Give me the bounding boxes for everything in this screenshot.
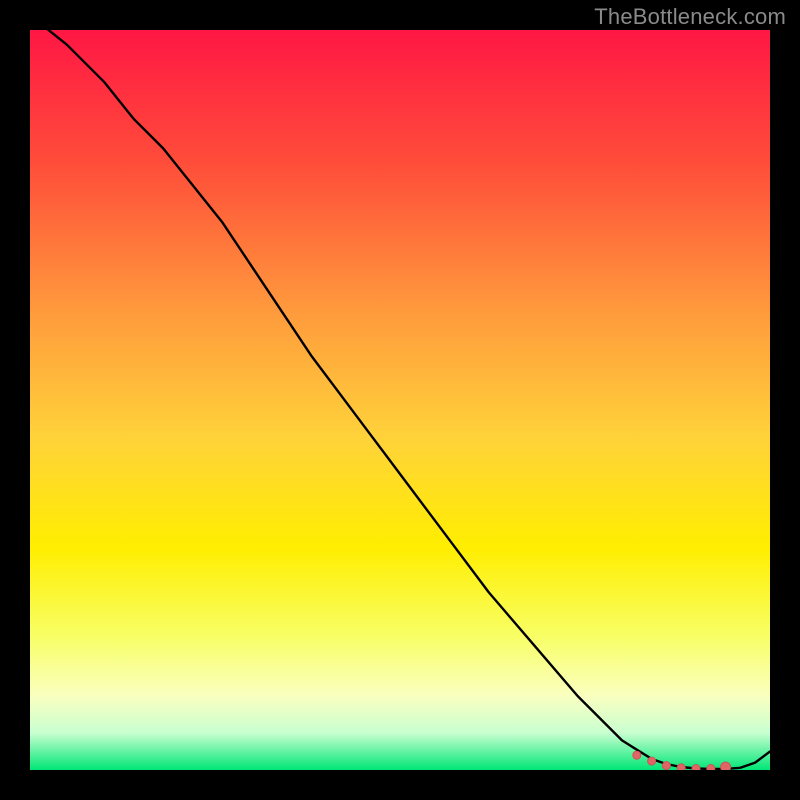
chart-svg [0,0,800,800]
marker-dot [662,762,670,770]
chart-container: TheBottleneck.com [0,0,800,800]
marker-dot [648,757,656,765]
attribution-label: TheBottleneck.com [594,4,786,30]
plot-background [30,30,770,770]
marker-dot [633,751,641,759]
